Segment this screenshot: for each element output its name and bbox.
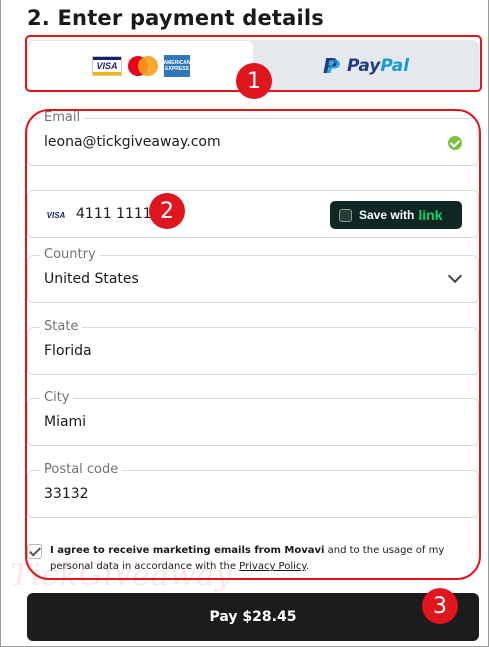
annotation-badge-1: 1 [236, 63, 272, 99]
annotation-badge-3: 3 [422, 588, 458, 624]
pay-button[interactable]: Pay $28.45 [27, 593, 479, 641]
page-title: 2. Enter payment details [27, 6, 324, 30]
annotation-badge-2: 2 [149, 193, 185, 229]
highlight-form-fields [25, 109, 481, 580]
